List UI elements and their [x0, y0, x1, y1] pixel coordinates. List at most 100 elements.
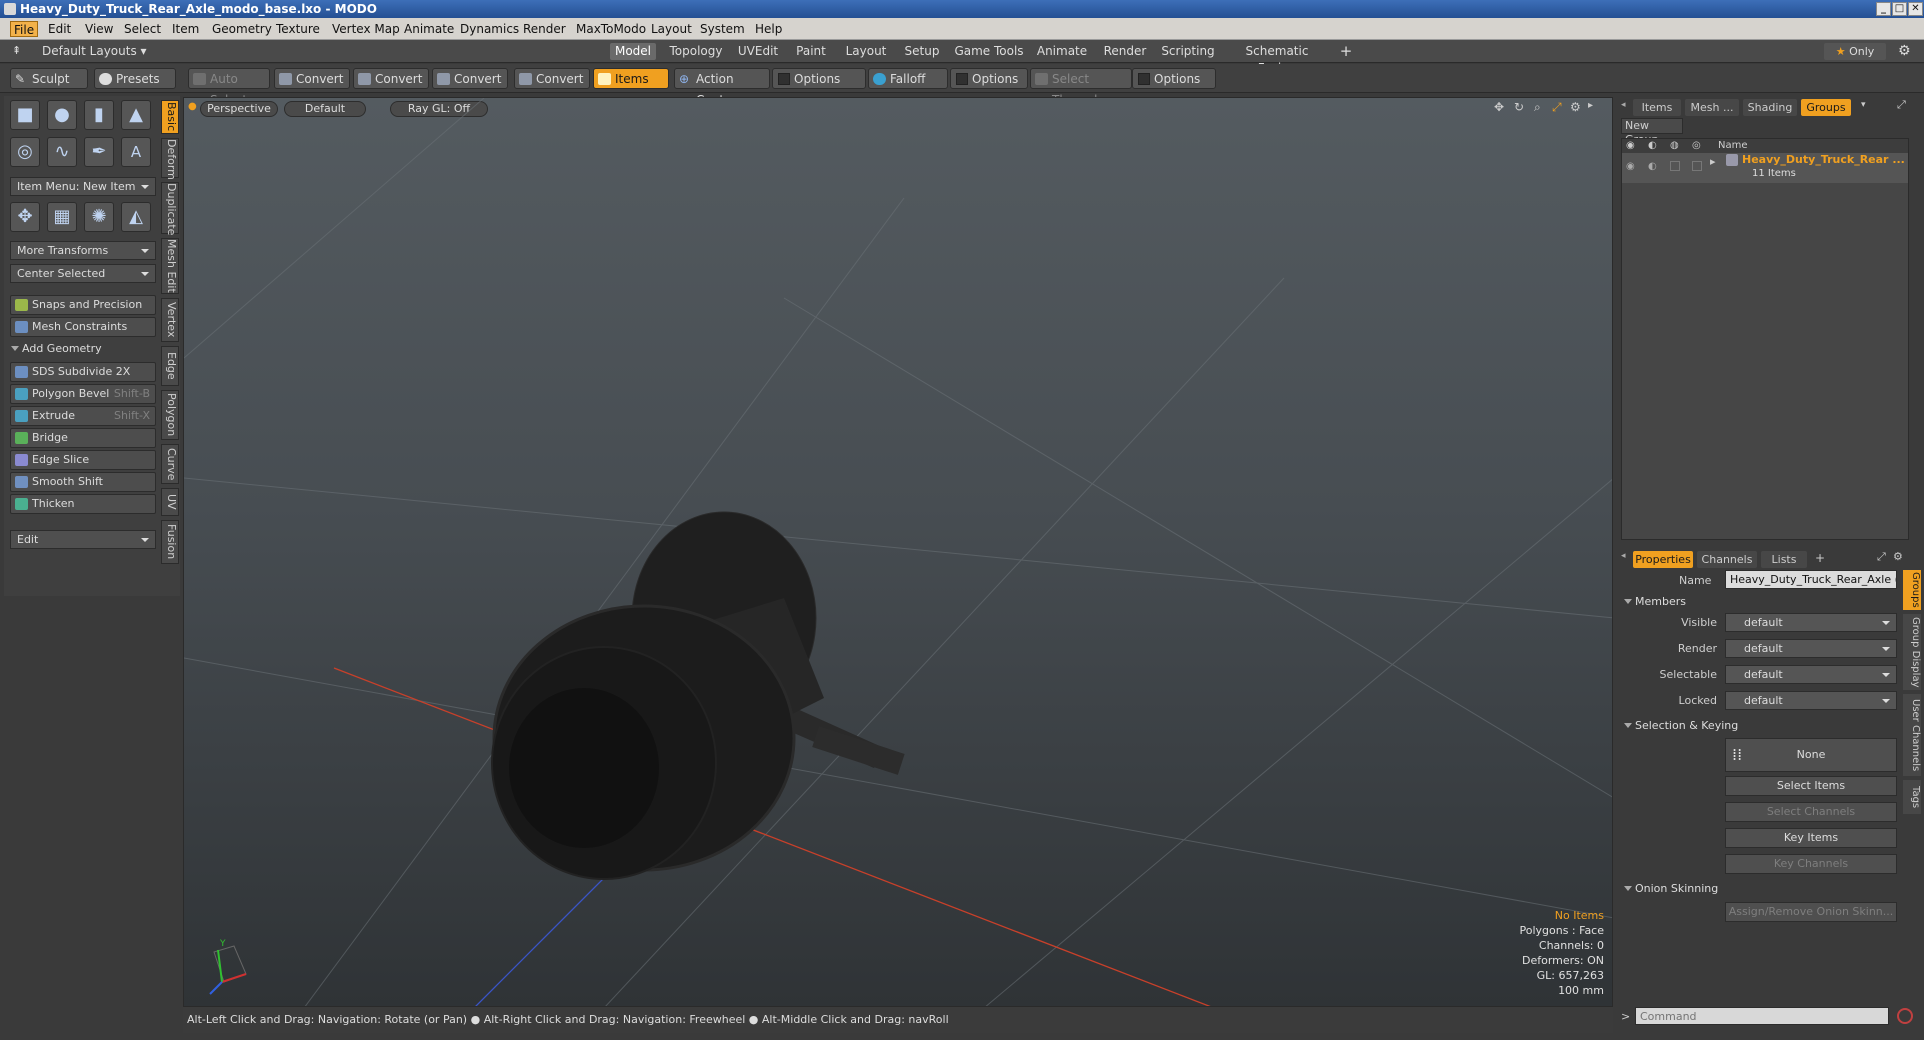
action-center-button[interactable]: ⊕Action Center: [674, 68, 770, 107]
vtab-edge[interactable]: Edge: [161, 346, 179, 386]
add-tab-icon[interactable]: +: [1336, 43, 1356, 60]
locked-select[interactable]: default: [1725, 691, 1897, 710]
none-button[interactable]: ⁞⁞ None: [1725, 738, 1897, 772]
props-gear-icon[interactable]: ⚙: [1893, 550, 1903, 563]
menu-maxtomodo[interactable]: MaxToModo: [573, 21, 649, 37]
falloff-options-checkbox[interactable]: [956, 73, 968, 85]
render-select[interactable]: default: [1725, 639, 1897, 658]
key-items-button[interactable]: Key Items: [1725, 828, 1897, 848]
vtab-fusion[interactable]: Fusion: [161, 520, 179, 564]
group-select-toggle[interactable]: [1670, 161, 1680, 171]
tool-polygon-bevel[interactable]: Polygon Bevel Shift-B: [10, 384, 156, 404]
menu-dynamics[interactable]: Dynamics: [457, 21, 522, 37]
select-items-button[interactable]: Select Items: [1725, 776, 1897, 796]
menu-texture[interactable]: Texture: [273, 21, 323, 37]
menu-render[interactable]: Render: [520, 21, 569, 37]
menu-animate[interactable]: Animate: [401, 21, 457, 37]
presets-button[interactable]: Presets F6: [94, 68, 176, 107]
transform-icon[interactable]: ✥: [10, 202, 40, 232]
select-through-button[interactable]: Select Through: [1030, 68, 1132, 107]
props-expand-icon[interactable]: ⤢: [1877, 550, 1886, 564]
tab-mesh[interactable]: Mesh ...: [1685, 99, 1739, 116]
add-geometry-section[interactable]: Add Geometry: [8, 340, 158, 358]
grid-icon[interactable]: ▦: [47, 202, 77, 232]
torus-icon[interactable]: ◎: [10, 137, 40, 167]
tab-channels[interactable]: Channels: [1697, 551, 1757, 568]
menu-view[interactable]: View: [82, 21, 116, 37]
collapse-icon[interactable]: ⇞: [12, 44, 21, 57]
tool-bridge[interactable]: Bridge: [10, 428, 156, 448]
auto-select-button[interactable]: Auto Select: [188, 68, 270, 107]
vtab-vertex[interactable]: Vertex: [161, 298, 179, 342]
item-menu-dropdown[interactable]: Item Menu: New Item: [10, 177, 156, 196]
tab-layout[interactable]: Layout: [842, 43, 890, 60]
vtab-basic[interactable]: Basic: [161, 100, 179, 134]
items-mode-button[interactable]: Items: [593, 68, 669, 89]
add-prop-tab-icon[interactable]: +: [1815, 551, 1825, 565]
tab-overflow-icon[interactable]: ▾: [1861, 100, 1866, 110]
only-button[interactable]: ★ Only: [1824, 43, 1886, 60]
options-checkbox[interactable]: [778, 73, 790, 85]
tab-setup[interactable]: Setup: [900, 43, 944, 60]
select-options-checkbox[interactable]: [1138, 73, 1150, 85]
group-lock-toggle[interactable]: [1692, 161, 1702, 171]
expand-icon[interactable]: ⤢: [1897, 98, 1906, 112]
side-tab-user-channels[interactable]: User Channels: [1903, 694, 1921, 776]
tab-items[interactable]: Items: [1633, 99, 1681, 116]
select-options-button[interactable]: Options: [1132, 68, 1216, 89]
new-group-button[interactable]: New Group: [1621, 118, 1683, 146]
side-tab-groups[interactable]: Groups: [1903, 570, 1921, 610]
group-eye-icon[interactable]: ◉: [1626, 161, 1635, 172]
props-menu-icon[interactable]: ◂: [1621, 551, 1626, 561]
edit-dropdown[interactable]: Edit: [10, 530, 156, 549]
tab-model[interactable]: Model: [610, 43, 656, 60]
tab-schematic-fusion[interactable]: Schematic Fusion: [1226, 43, 1328, 75]
minimize-button[interactable]: _: [1876, 2, 1891, 16]
members-section[interactable]: Members: [1621, 593, 1917, 611]
tab-uvedit[interactable]: UVEdit: [736, 43, 780, 60]
onion-skin-button[interactable]: Assign/Remove Onion Skinn...: [1725, 902, 1897, 922]
convert-vertices-button[interactable]: Convert: [274, 68, 350, 89]
scale-icon[interactable]: ◭: [121, 202, 151, 232]
vtab-polygon[interactable]: Polygon: [161, 390, 179, 440]
vtab-curve[interactable]: Curve: [161, 444, 179, 484]
key-channels-button[interactable]: Key Channels: [1725, 854, 1897, 874]
close-button[interactable]: ✕: [1908, 2, 1923, 16]
command-input[interactable]: [1635, 1007, 1889, 1025]
visible-select[interactable]: default: [1725, 613, 1897, 632]
tab-lists[interactable]: Lists: [1761, 551, 1807, 568]
side-tab-tags[interactable]: Tags: [1903, 780, 1921, 814]
tool-smooth-shift[interactable]: Smooth Shift: [10, 472, 156, 492]
maximize-button[interactable]: □: [1892, 2, 1907, 16]
falloff-options-button[interactable]: Options: [950, 68, 1028, 89]
convert-items-button[interactable]: Convert: [514, 68, 590, 89]
menu-item[interactable]: Item: [169, 21, 202, 37]
tab-groups[interactable]: Groups: [1801, 99, 1851, 116]
spline-icon[interactable]: ∿: [47, 137, 77, 167]
convert-polygons-button[interactable]: Convert: [432, 68, 508, 89]
falloff-button[interactable]: Falloff: [868, 68, 948, 89]
menu-layout[interactable]: Layout: [648, 21, 695, 37]
menu-system[interactable]: System: [697, 21, 748, 37]
tab-shading[interactable]: Shading: [1743, 99, 1797, 116]
tab-topology[interactable]: Topology: [664, 43, 728, 60]
3d-viewport[interactable]: ● Perspective Default Ray GL: Off ✥ ↻ ⌕ …: [183, 97, 1613, 1007]
menu-file[interactable]: File: [10, 21, 39, 37]
tab-game-tools[interactable]: Game Tools: [954, 43, 1024, 60]
gear-icon[interactable]: ⚙: [1898, 43, 1911, 59]
menu-geometry[interactable]: Geometry: [209, 21, 275, 37]
tool-extrude[interactable]: Extrude Shift-X: [10, 406, 156, 426]
menu-vertex-map[interactable]: Vertex Map: [329, 21, 403, 37]
tab-render[interactable]: Render: [1100, 43, 1150, 60]
vtab-duplicate[interactable]: Duplicate: [161, 182, 179, 235]
panel-menu-icon[interactable]: ◂: [1621, 100, 1626, 110]
tab-paint[interactable]: Paint: [790, 43, 832, 60]
action-options-button[interactable]: Options: [772, 68, 866, 89]
vtab-mesh-edit[interactable]: Mesh Edit: [161, 238, 179, 294]
group-render-icon[interactable]: ◐: [1648, 161, 1657, 172]
snaps-button[interactable]: Snaps and Precision: [10, 295, 156, 315]
menu-edit[interactable]: Edit: [45, 21, 74, 37]
mesh-constraints-button[interactable]: Mesh Constraints: [10, 317, 156, 337]
layout-dropdown[interactable]: Default Layouts ▾: [42, 44, 147, 58]
tool-edge-slice[interactable]: Edge Slice: [10, 450, 156, 470]
